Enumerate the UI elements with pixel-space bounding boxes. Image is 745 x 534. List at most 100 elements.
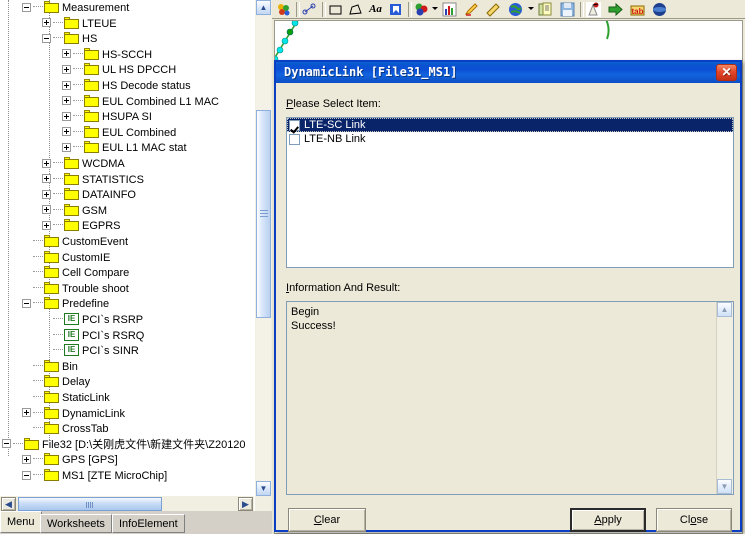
tree-item[interactable]: HS-SCCH <box>0 47 152 63</box>
globe-dark-icon[interactable] <box>652 2 667 17</box>
tree-item[interactable]: Trouble shoot <box>0 281 129 297</box>
list-item[interactable]: LTE-SC Link <box>287 118 733 132</box>
collapse-icon[interactable] <box>22 2 31 12</box>
tree-item[interactable]: DATAINFO <box>0 187 136 203</box>
scroll-left-button[interactable]: ◀ <box>1 497 16 511</box>
save-disk-icon[interactable] <box>560 2 575 17</box>
dialog-title-bar[interactable]: DynamicLink [File31_MS1] ✕ <box>276 62 740 83</box>
legend-icon[interactable] <box>276 2 291 17</box>
close-icon[interactable]: ✕ <box>716 64 737 81</box>
tree-item[interactable]: EUL L1 MAC stat <box>0 140 187 156</box>
tree-item[interactable]: UL HS DPCCH <box>0 62 176 78</box>
tab-color-icon[interactable]: tab <box>630 2 645 17</box>
statistics-chart-icon[interactable] <box>442 2 457 17</box>
tree-item[interactable]: CustomEvent <box>0 234 128 250</box>
theme-color-icon[interactable] <box>414 2 429 17</box>
expand-icon[interactable] <box>42 174 51 184</box>
rectangle-tool-icon[interactable] <box>328 2 343 17</box>
tree-item[interactable]: MS1 [ZTE MicroChip] <box>0 468 167 484</box>
close-button[interactable]: Close <box>656 508 732 532</box>
checkbox-icon[interactable] <box>289 119 300 131</box>
tree-item[interactable]: IE PCI`s RSRP <box>0 312 143 328</box>
tree-item[interactable]: STATISTICS <box>0 172 144 188</box>
flag-marker-icon[interactable] <box>388 2 403 17</box>
tree-item[interactable]: Bin <box>0 359 78 375</box>
tree-item[interactable]: HSUPA SI <box>0 109 152 125</box>
list-item[interactable]: LTE-NB Link <box>287 132 733 146</box>
tree-item[interactable]: EUL Combined L1 MAC <box>0 94 219 110</box>
polyline-tool-icon[interactable] <box>302 2 317 17</box>
hscroll-thumb[interactable] <box>18 497 162 511</box>
tree-item[interactable]: Cell Compare <box>0 265 129 281</box>
information-result-textarea[interactable]: Begin Success! ▲ ▼ <box>286 301 734 495</box>
textarea-scroll-up-button[interactable]: ▲ <box>717 302 732 317</box>
report-list-icon[interactable] <box>538 2 553 17</box>
tree-item[interactable]: StaticLink <box>0 390 110 406</box>
tree-item[interactable]: GSM <box>0 203 107 219</box>
tree-item[interactable]: Measurement <box>0 0 129 16</box>
tree-item[interactable]: DynamicLink <box>0 406 125 422</box>
collapse-icon[interactable] <box>42 33 51 43</box>
ruler-measure-icon[interactable] <box>486 2 501 17</box>
scroll-down-button[interactable]: ▼ <box>256 481 271 496</box>
tab-menu[interactable]: Menu <box>0 511 42 533</box>
chevron-down-icon[interactable] <box>528 7 534 10</box>
clear-button[interactable]: Clear <box>288 508 366 532</box>
apply-button[interactable]: Apply <box>570 508 646 532</box>
expand-icon[interactable] <box>62 49 71 59</box>
tab-worksheets[interactable]: Worksheets <box>40 514 112 533</box>
collapse-icon[interactable] <box>2 439 11 449</box>
expand-icon[interactable] <box>22 454 31 464</box>
element-tree[interactable]: Measurement LTEUE HS HS-SCCH UL HS DPCCH HS D… <box>0 0 254 495</box>
tree-horizontal-scrollbar[interactable]: ◀ ▶ <box>0 495 254 511</box>
highlight-pen-icon[interactable] <box>464 2 479 17</box>
tree-item[interactable]: Predefine <box>0 296 109 312</box>
toolbar-separator <box>322 2 326 17</box>
tab-infoelement[interactable]: InfoElement <box>112 514 185 533</box>
globe-map-icon[interactable] <box>508 2 523 17</box>
expand-icon[interactable] <box>22 408 31 418</box>
tree-item[interactable]: IE PCI`s SINR <box>0 343 139 359</box>
tree-item[interactable]: GPS [GPS] <box>0 452 118 468</box>
chevron-down-icon[interactable] <box>432 7 438 10</box>
map-toolbar[interactable]: Aa tab <box>272 0 745 19</box>
expand-icon[interactable] <box>42 220 51 230</box>
expand-icon[interactable] <box>62 111 71 121</box>
tree-item[interactable]: HS <box>0 31 97 47</box>
expand-icon[interactable] <box>62 64 71 74</box>
tree-item[interactable]: WCDMA <box>0 156 125 172</box>
checkbox-icon[interactable] <box>289 133 300 145</box>
panel-tab-strip[interactable]: Menu Worksheets InfoElement <box>0 511 272 534</box>
tree-item[interactable]: EGPRS <box>0 218 121 234</box>
expand-icon[interactable] <box>62 142 71 152</box>
expand-icon[interactable] <box>62 96 71 106</box>
expand-icon[interactable] <box>62 127 71 137</box>
expand-icon[interactable] <box>42 189 51 199</box>
expand-icon[interactable] <box>42 205 51 215</box>
tree-item[interactable]: CustomIE <box>0 250 110 266</box>
tree-item[interactable]: HS Decode status <box>0 78 191 94</box>
polygon-tool-icon[interactable] <box>348 2 363 17</box>
collapse-icon[interactable] <box>22 470 31 480</box>
vscroll-thumb[interactable] <box>256 110 271 318</box>
scroll-up-button[interactable]: ▲ <box>256 0 271 15</box>
antenna-site-icon[interactable] <box>586 2 601 17</box>
textarea-scroll-down-button[interactable]: ▼ <box>717 479 732 494</box>
information-result-label-rest: nformation And Result: <box>289 282 401 294</box>
tree-item[interactable]: Delay <box>0 374 90 390</box>
item-listbox[interactable]: LTE-SC Link LTE-NB Link <box>286 117 734 268</box>
tree-item[interactable]: EUL Combined <box>0 125 176 141</box>
tree-item[interactable]: File32 [D:\关刚虎文件\新建文件夹\Z20120 <box>0 437 246 453</box>
collapse-icon[interactable] <box>22 298 31 308</box>
tree-item[interactable]: LTEUE <box>0 16 117 32</box>
expand-icon[interactable] <box>62 80 71 90</box>
scroll-right-button[interactable]: ▶ <box>238 497 253 511</box>
tree-item[interactable]: IE PCI`s RSRQ <box>0 328 144 344</box>
text-tool-icon[interactable]: Aa <box>368 2 383 17</box>
tree-vertical-scrollbar[interactable]: ▲ ▼ <box>255 0 272 511</box>
textarea-scrollbar[interactable]: ▲ ▼ <box>716 302 733 494</box>
green-arrow-export-icon[interactable] <box>608 2 623 17</box>
tree-item[interactable]: CrossTab <box>0 421 108 437</box>
expand-icon[interactable] <box>42 18 51 28</box>
expand-icon[interactable] <box>42 158 51 168</box>
